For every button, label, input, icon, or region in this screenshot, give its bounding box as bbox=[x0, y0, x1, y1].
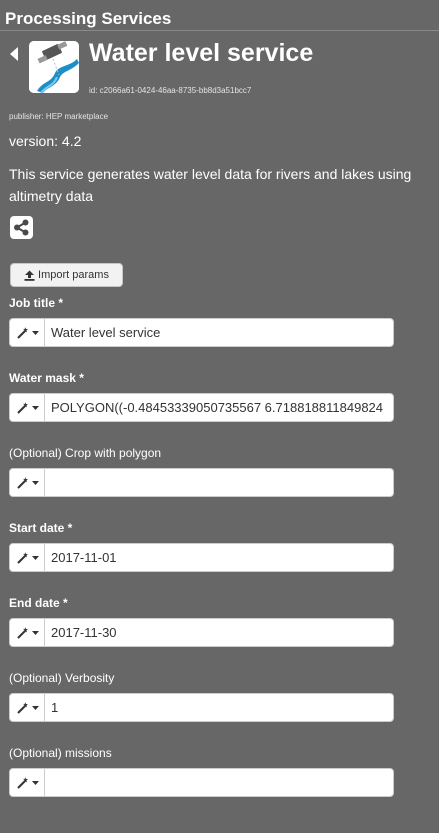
magic-wand-icon bbox=[16, 326, 28, 339]
job-title-row bbox=[9, 318, 394, 347]
magic-wand-icon bbox=[16, 401, 28, 414]
start-date-tool-button[interactable] bbox=[10, 544, 45, 571]
crop-polygon-row bbox=[9, 468, 394, 497]
import-params-button[interactable]: Import params bbox=[10, 263, 123, 287]
missions-label: (Optional) missions bbox=[9, 746, 112, 760]
magic-wand-icon bbox=[16, 701, 28, 714]
service-publisher: publisher: HEP marketplace bbox=[9, 112, 109, 121]
caret-down-icon bbox=[31, 480, 39, 485]
start-date-row bbox=[9, 543, 394, 572]
magic-wand-icon bbox=[16, 551, 28, 564]
upload-icon bbox=[24, 270, 35, 281]
start-date-input[interactable] bbox=[45, 544, 393, 571]
magic-wand-icon bbox=[16, 476, 28, 489]
back-caret-icon[interactable] bbox=[8, 46, 20, 62]
end-date-row bbox=[9, 618, 394, 647]
job-title-input[interactable] bbox=[45, 319, 393, 346]
service-id: id: c2066a61-0424-46aa-8735-bb8d3a51bcc7 bbox=[89, 86, 252, 95]
panel-header: Processing Services bbox=[0, 0, 439, 31]
panel-title: Processing Services bbox=[5, 9, 172, 28]
water-mask-input[interactable] bbox=[45, 394, 393, 421]
water-mask-tool-button[interactable] bbox=[10, 394, 45, 421]
start-date-label: Start date * bbox=[9, 521, 73, 535]
crop-polygon-tool-button[interactable] bbox=[10, 469, 45, 496]
missions-input[interactable] bbox=[45, 769, 393, 796]
missions-row bbox=[9, 768, 394, 797]
crop-polygon-label: (Optional) Crop with polygon bbox=[9, 446, 162, 460]
crop-polygon-input[interactable] bbox=[45, 469, 393, 496]
share-button[interactable] bbox=[10, 216, 33, 239]
water-mask-label: Water mask * bbox=[9, 371, 84, 385]
share-icon bbox=[14, 219, 29, 236]
end-date-input[interactable] bbox=[45, 619, 393, 646]
caret-down-icon bbox=[31, 405, 39, 410]
verbosity-row bbox=[9, 693, 394, 722]
end-date-tool-button[interactable] bbox=[10, 619, 45, 646]
verbosity-label: (Optional) Verbosity bbox=[9, 671, 115, 685]
verbosity-input[interactable] bbox=[45, 694, 393, 721]
caret-down-icon bbox=[31, 705, 39, 710]
caret-down-icon bbox=[31, 330, 39, 335]
end-date-label: End date * bbox=[9, 596, 68, 610]
caret-down-icon bbox=[31, 630, 39, 635]
service-version: version: 4.2 bbox=[9, 133, 82, 149]
caret-down-icon bbox=[31, 555, 39, 560]
verbosity-tool-button[interactable] bbox=[10, 694, 45, 721]
job-title-label: Job title * bbox=[9, 296, 64, 310]
magic-wand-icon bbox=[16, 626, 28, 639]
missions-tool-button[interactable] bbox=[10, 769, 45, 796]
import-params-label: Import params bbox=[38, 269, 109, 281]
water-mask-row bbox=[9, 393, 394, 422]
service-name: Water level service bbox=[89, 39, 314, 67]
job-title-tool-button[interactable] bbox=[10, 319, 45, 346]
service-description: This service generates water level data … bbox=[9, 166, 412, 204]
caret-down-icon bbox=[31, 780, 39, 785]
service-logo bbox=[29, 41, 79, 93]
magic-wand-icon bbox=[16, 776, 28, 789]
